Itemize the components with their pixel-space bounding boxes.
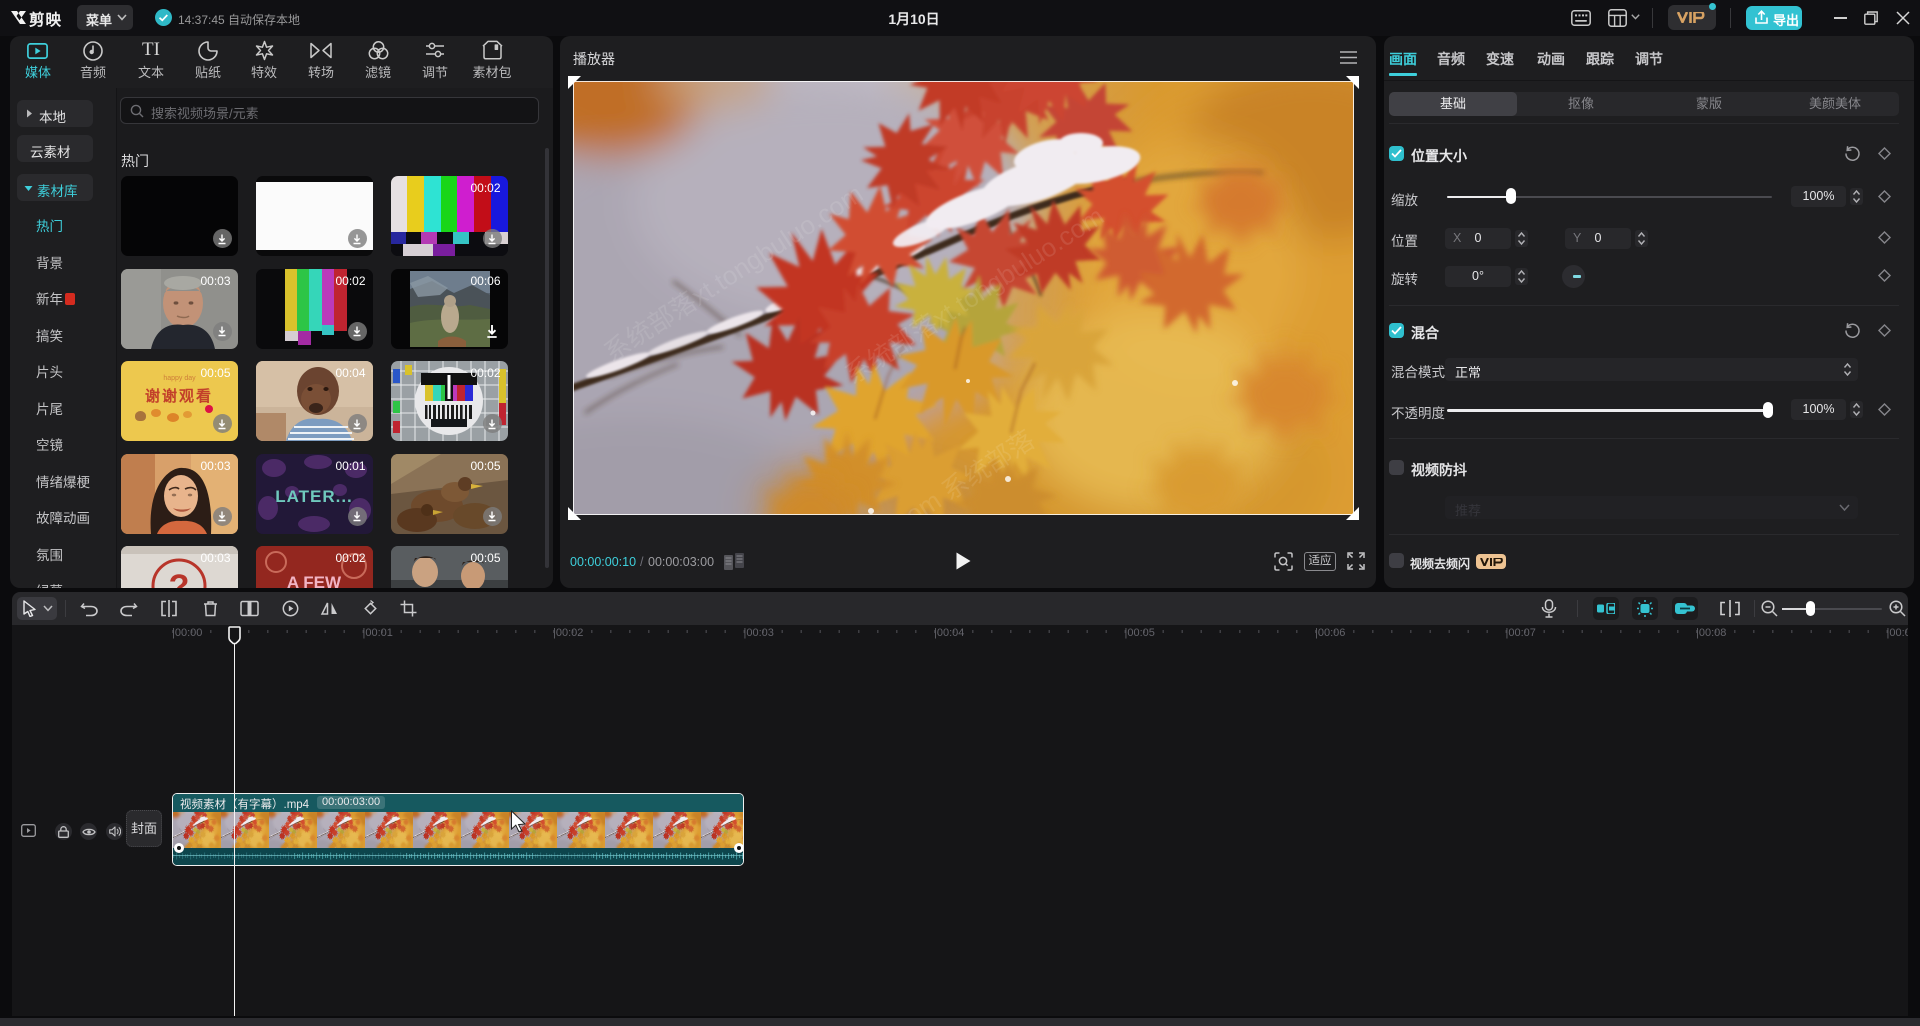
svg-text:LATER...: LATER...: [275, 487, 353, 506]
svg-text:A FEW: A FEW: [286, 573, 341, 588]
svg-text:?: ?: [168, 568, 189, 588]
